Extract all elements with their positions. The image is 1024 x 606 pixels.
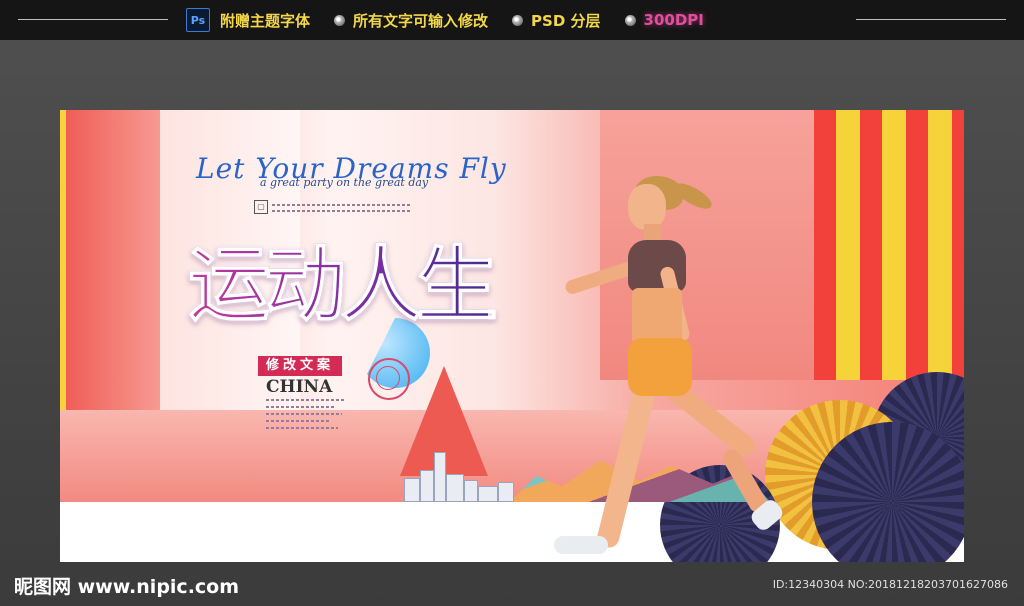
decorative-text-line [266, 413, 342, 415]
decorative-text-line [266, 406, 336, 408]
feature-list: Ps 附赠主题字体 所有文字可输入修改 PSD 分层 300DPI [186, 8, 728, 32]
decorative-text-line [272, 210, 412, 212]
divider-line-right [856, 19, 1006, 20]
top-feature-bar: Ps 附赠主题字体 所有文字可输入修改 PSD 分层 300DPI [0, 0, 1024, 40]
image-id-text: ID:12340304 NO:20181218203701627086 [772, 578, 1008, 591]
site-watermark: 昵图网 www.nipic.com [14, 576, 240, 598]
scan-icon: ▢ [254, 200, 268, 214]
runner-leg [595, 379, 658, 550]
decorative-text-line [266, 427, 338, 429]
poster-canvas: Let Your Dreams Fly a great party on the… [60, 110, 964, 562]
divider-line-left [18, 19, 168, 20]
bullet-icon [512, 14, 524, 26]
decorative-text-line [266, 399, 346, 401]
decorative-text-line [272, 204, 412, 206]
stamp-icon [368, 358, 410, 400]
feature-font: 附赠主题字体 [220, 11, 311, 30]
feature-dpi: 300DPI [643, 11, 704, 29]
china-label: CHINA [266, 377, 333, 397]
headline: 运动人生 [188, 218, 499, 338]
script-subtitle: a great party on the great day [260, 176, 429, 189]
feature-psd-layers: PSD 分层 [531, 11, 601, 30]
runner-shoe [554, 536, 608, 554]
runner-figure [540, 170, 800, 560]
edit-copy-tag: 修改文案 [258, 356, 343, 376]
decorative-text-line [266, 420, 330, 422]
city-buildings [400, 440, 520, 502]
runner-shorts [628, 338, 692, 396]
feature-editable-text: 所有文字可输入修改 [353, 11, 489, 30]
bullet-icon [334, 14, 346, 26]
runner-torso [632, 288, 682, 344]
red-yellow-stripes [814, 110, 964, 380]
bullet-icon [624, 14, 636, 26]
photoshop-icon: Ps [186, 8, 210, 32]
